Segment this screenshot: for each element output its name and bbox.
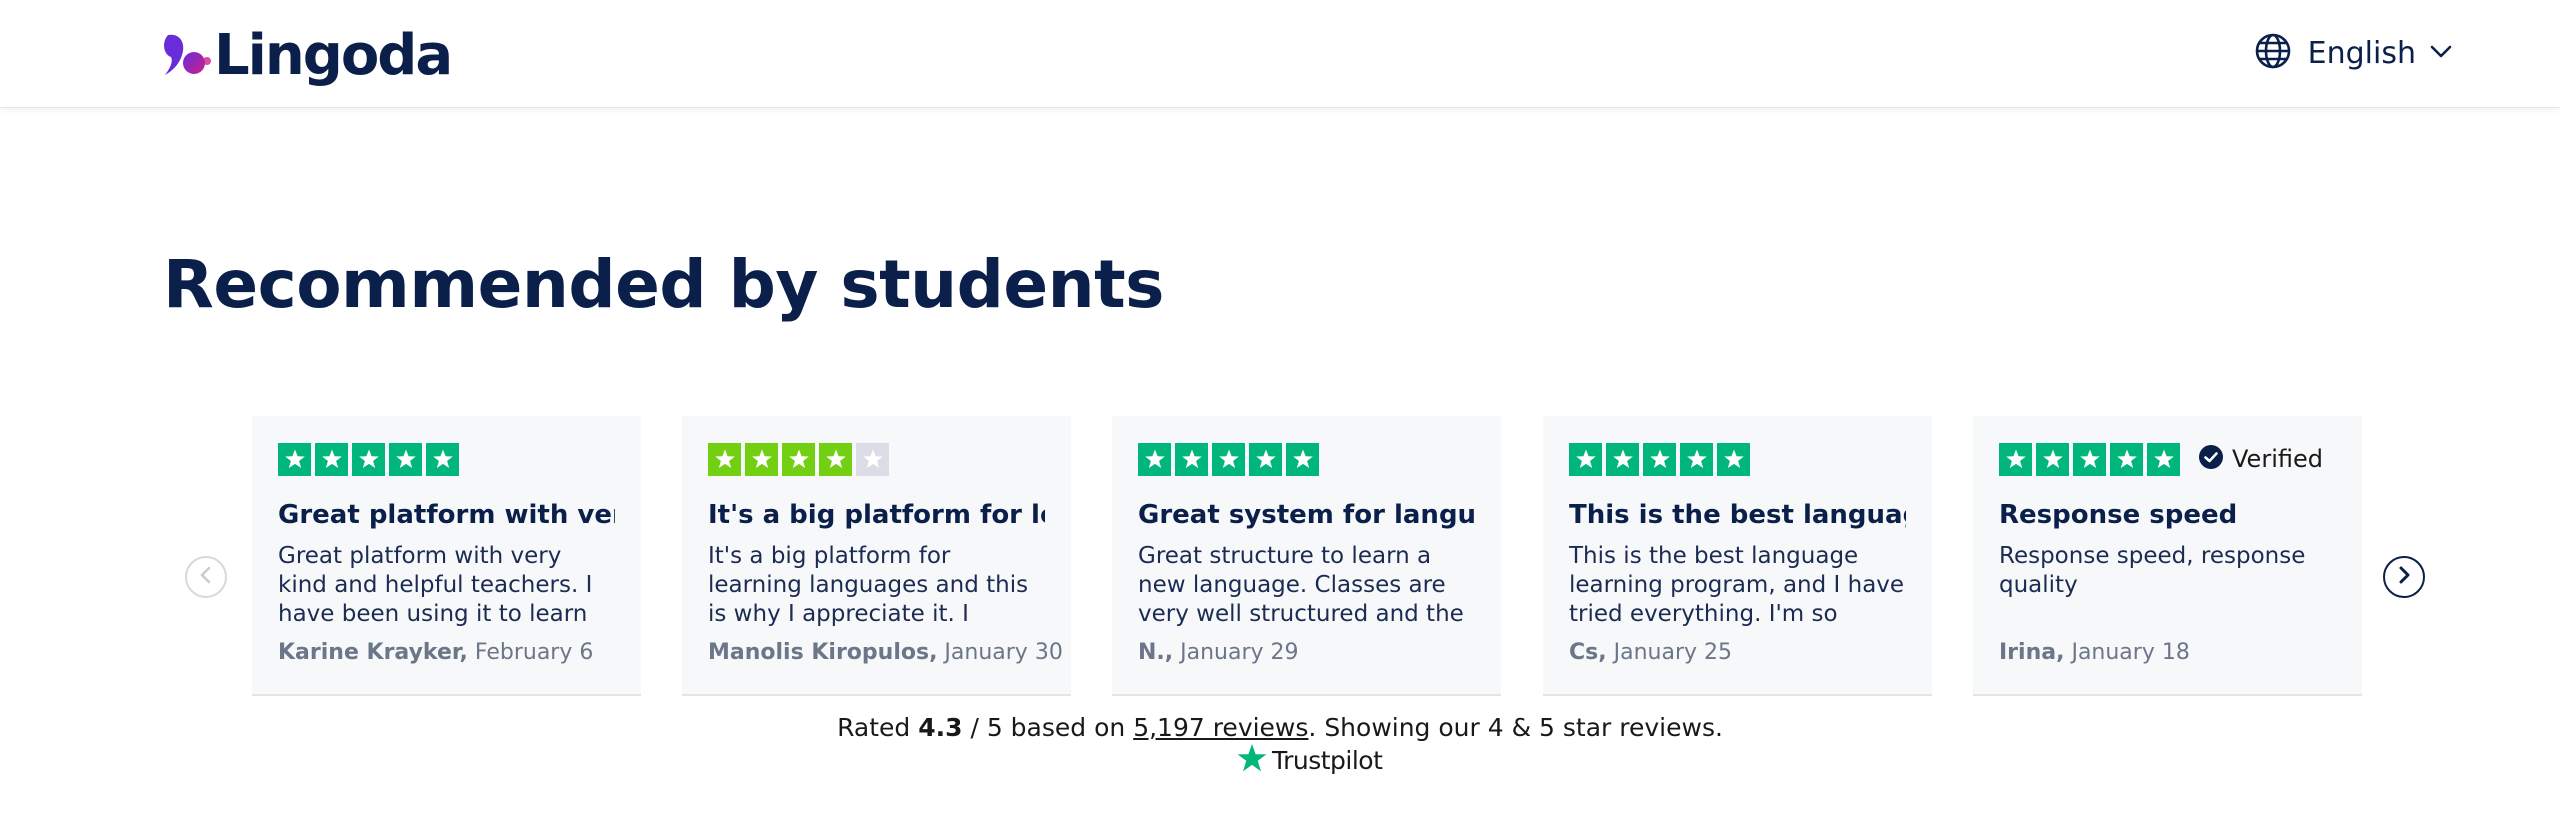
review-title: Response speed: [1999, 500, 2238, 530]
rating-summary: Rated 4.3 / 5 based on 5,197 reviews. Sh…: [0, 713, 2560, 742]
review-card[interactable]: Great system for languag... Great struct…: [1112, 416, 1501, 696]
review-body: This is the best language learning progr…: [1569, 543, 1905, 632]
star-icon: [2147, 442, 2180, 476]
review-card[interactable]: Great platform with very ... Great platf…: [252, 416, 641, 696]
chevron-right-icon: [2397, 566, 2411, 588]
star-icon: [389, 442, 422, 476]
review-meta: Karine Krayker, February 6: [278, 640, 593, 665]
star-rating: [1138, 442, 1475, 476]
summary-prefix: Rated: [837, 713, 919, 742]
star-icon: [352, 442, 385, 476]
review-meta: Manolis Kiropulos, January 30: [708, 640, 1063, 665]
star-icon: [1717, 442, 1750, 476]
carousel-prev-button[interactable]: [185, 556, 227, 598]
star-icon: [315, 442, 348, 476]
review-author: N.,: [1138, 640, 1174, 665]
logo-mark-icon: [162, 31, 212, 81]
star-icon: [1138, 442, 1171, 476]
review-meta: N., January 29: [1138, 640, 1299, 665]
page-title: Recommended by students: [163, 246, 1164, 323]
verified-badge: Verified: [2198, 444, 2323, 474]
review-card[interactable]: It's a big platform for lear... It's a b…: [682, 416, 1071, 696]
review-card[interactable]: This is the best language ... This is th…: [1543, 416, 1932, 696]
star-icon: [1569, 442, 1602, 476]
trustpilot-logo[interactable]: Trustpilot: [1236, 742, 1383, 778]
chevron-down-icon: [2430, 44, 2452, 63]
star-icon: [278, 442, 311, 476]
trustpilot-label: Trustpilot: [1272, 745, 1383, 775]
star-icon: [426, 442, 459, 476]
star-icon: [819, 442, 852, 476]
language-label: English: [2307, 35, 2416, 71]
verified-label: Verified: [2232, 445, 2323, 473]
star-icon: [1999, 442, 2032, 476]
review-body: Great structure to learn a new language.…: [1138, 543, 1464, 632]
star-icon: [2073, 442, 2106, 476]
star-icon: [1249, 442, 1282, 476]
review-title: Great platform with very ...: [278, 500, 615, 530]
review-meta: Cs, January 25: [1569, 640, 1732, 665]
review-body: It's a big platform for learning languag…: [708, 543, 1029, 632]
chevron-left-icon: [199, 566, 213, 588]
reviews-count-link[interactable]: 5,197 reviews: [1133, 713, 1308, 742]
review-author: Manolis Kiropulos,: [708, 640, 938, 665]
star-icon: [1680, 442, 1713, 476]
globe-icon: [2254, 32, 2292, 74]
review-date: February 6: [474, 640, 594, 665]
star-rating: [1569, 442, 1906, 476]
review-date: January 30: [944, 640, 1063, 665]
site-header: Lingoda English: [0, 0, 2560, 108]
summary-mid: / 5 based on: [962, 713, 1134, 742]
review-date: January 25: [1613, 640, 1732, 665]
review-card[interactable]: Verified Response speed Response speed, …: [1973, 416, 2362, 696]
review-date: January 18: [2071, 640, 2190, 665]
star-rating: [708, 442, 1045, 476]
lingoda-logo[interactable]: Lingoda: [162, 23, 453, 88]
star-icon: [782, 442, 815, 476]
review-title: It's a big platform for lear...: [708, 500, 1045, 530]
logo-text: Lingoda: [214, 23, 453, 88]
summary-rating: 4.3: [918, 713, 963, 742]
review-body: Response speed, response quality: [1999, 543, 2306, 598]
star-icon: [1606, 442, 1639, 476]
review-meta: Irina, January 18: [1999, 640, 2190, 665]
check-circle-icon: [2198, 444, 2224, 474]
star-icon: [1212, 442, 1245, 476]
review-author: Irina,: [1999, 640, 2065, 665]
review-body: Great platform with very kind and helpfu…: [278, 543, 593, 632]
review-date: January 29: [1180, 640, 1299, 665]
star-rating: Verified: [1999, 442, 2336, 476]
review-author: Karine Krayker,: [278, 640, 468, 665]
summary-suffix: . Showing our 4 & 5 star reviews.: [1308, 713, 1723, 742]
carousel-next-button[interactable]: [2383, 556, 2425, 598]
star-icon: [2110, 442, 2143, 476]
star-icon: [1175, 442, 1208, 476]
review-title: This is the best language ...: [1569, 500, 1906, 530]
review-title: Great system for languag...: [1138, 500, 1475, 530]
review-author: Cs,: [1569, 640, 1607, 665]
star-icon: [745, 442, 778, 476]
star-icon: [856, 442, 889, 476]
star-icon: [1286, 442, 1319, 476]
star-icon: [1643, 442, 1676, 476]
star-icon: [2036, 442, 2069, 476]
language-selector[interactable]: English: [2254, 33, 2452, 73]
star-icon: [708, 442, 741, 476]
trustpilot-star-icon: [1236, 742, 1268, 778]
star-rating: [278, 442, 615, 476]
